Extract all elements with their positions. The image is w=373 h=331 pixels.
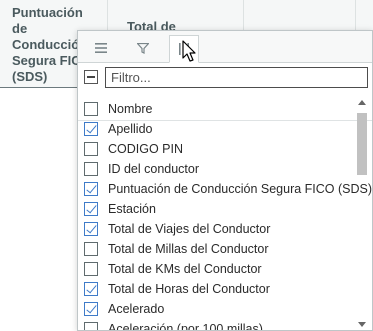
column-item-estacion[interactable]: Estación — [78, 199, 353, 219]
column-checkbox[interactable] — [84, 142, 98, 156]
column-item-viajes[interactable]: Total de Viajes del Conductor — [78, 219, 353, 239]
scroll-up-arrow-icon[interactable] — [358, 100, 366, 105]
column-label: Total de Horas del Conductor — [108, 282, 270, 296]
column-checkbox[interactable] — [84, 102, 98, 116]
column-item-millas[interactable]: Total de Millas del Conductor — [78, 239, 353, 259]
column-list-scrollbar[interactable] — [355, 97, 371, 330]
column-label: Apellido — [108, 122, 153, 136]
column-item-acelerado[interactable]: Acelerado — [78, 299, 353, 319]
tab-filter[interactable] — [128, 35, 158, 61]
funnel-icon — [137, 42, 149, 54]
column-checkbox[interactable] — [84, 162, 98, 176]
column-label: Aceleración (por 100 millas) — [108, 322, 263, 331]
mouse-cursor-icon — [182, 40, 196, 62]
column-item-apellido[interactable]: Apellido — [78, 119, 353, 139]
column-checkbox[interactable] — [84, 122, 98, 136]
column-checkbox[interactable] — [84, 222, 98, 236]
menu-tabs — [78, 31, 372, 63]
column-checkbox[interactable] — [84, 282, 98, 296]
column-checkbox[interactable] — [84, 322, 98, 330]
column-item-nombre[interactable]: Nombre — [78, 99, 353, 119]
hamburger-icon — [95, 43, 107, 53]
column-label: Nombre — [108, 102, 153, 116]
select-all-checkbox[interactable] — [84, 70, 98, 84]
scroll-down-arrow-icon[interactable] — [358, 322, 366, 327]
column-menu: Nombre Apellido CODIGO PIN ID del conduc… — [77, 30, 373, 331]
scroll-thumb[interactable] — [357, 113, 367, 175]
column-label: CODIGO PIN — [108, 142, 184, 156]
column-item-horas[interactable]: Total de Horas del Conductor — [78, 279, 353, 299]
column-filter-input[interactable] — [105, 67, 368, 88]
column-label: ID del conductor — [108, 162, 200, 176]
column-label: Puntuación de Conducción Segura FICO (SD… — [108, 182, 373, 196]
column-label: Acelerado — [108, 302, 165, 316]
column-label: Total de Millas del Conductor — [108, 242, 269, 256]
column-checkbox[interactable] — [84, 302, 98, 316]
column-item-fico[interactable]: Puntuación de Conducción Segura FICO (SD… — [78, 179, 372, 199]
column-label: Total de KMs del Conductor — [108, 262, 262, 276]
column-item-codigo-pin[interactable]: CODIGO PIN — [78, 139, 353, 159]
column-checkbox[interactable] — [84, 202, 98, 216]
column-item-id-conductor[interactable]: ID del conductor — [78, 159, 353, 179]
column-checkbox[interactable] — [84, 182, 98, 196]
column-label: Total de Viajes del Conductor — [108, 222, 271, 236]
column-checkbox[interactable] — [84, 242, 98, 256]
column-label: Estación — [108, 202, 156, 216]
tab-general[interactable] — [86, 35, 116, 61]
column-checkbox[interactable] — [84, 262, 98, 276]
column-item-kms[interactable]: Total de KMs del Conductor — [78, 259, 353, 279]
column-item-aceleracion[interactable]: Aceleración (por 100 millas) — [78, 319, 353, 331]
